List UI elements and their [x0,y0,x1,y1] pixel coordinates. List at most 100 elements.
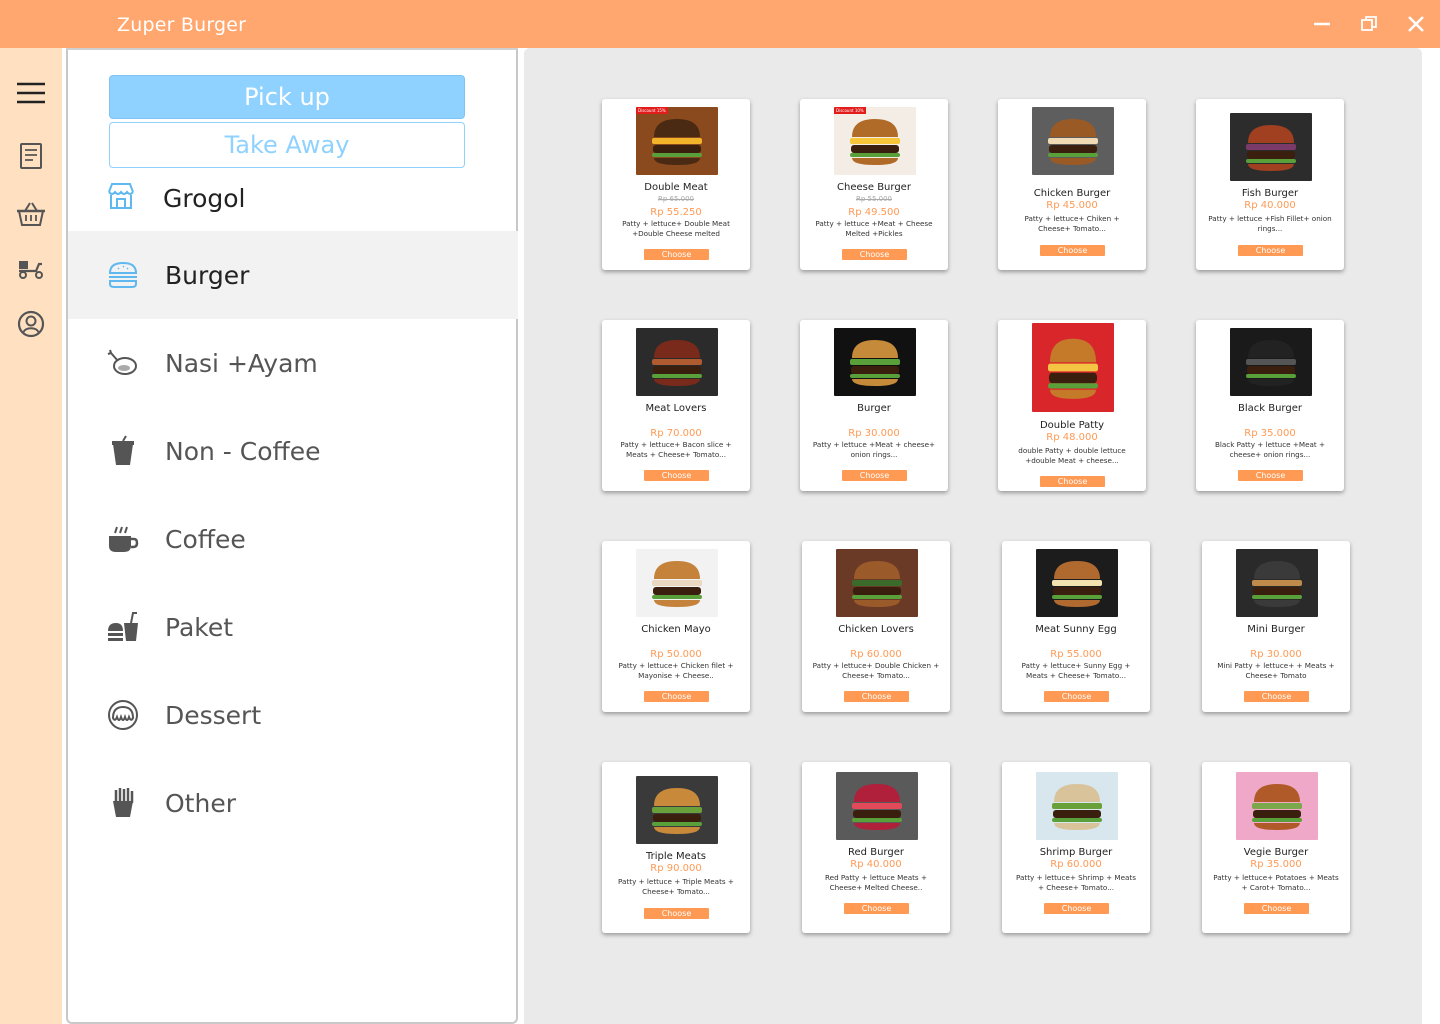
product-card[interactable]: Fish Burger Rp 40.000 Patty + lettuce +Fis… [1196,99,1344,270]
product-card[interactable]: Meat Lovers Rp 70.000 Patty + lettuce+ Bac… [602,320,750,491]
store-icon [106,181,136,215]
pickup-button[interactable]: Pick up [109,75,465,119]
choose-button[interactable]: Choose [644,691,709,702]
restore-window-icon[interactable] [1354,9,1384,39]
choose-button[interactable]: Choose [644,470,709,481]
product-image [636,549,718,617]
product-card[interactable]: Burger Rp 30.000 Patty + lettuce +Meat + c… [800,320,948,491]
product-name: Triple Meats [645,851,707,862]
product-price: Rp 48.000 [1046,432,1098,443]
product-card[interactable]: Triple Meats Rp 90.000 Patty + lettuce + T… [602,762,750,933]
choose-button[interactable]: Choose [1044,903,1109,914]
product-name: Mini Burger [1247,624,1305,635]
product-image [836,549,918,617]
user-icon[interactable] [14,307,48,341]
product-card[interactable]: Black Burger Rp 35.000 Black Patty + lettu… [1196,320,1344,491]
product-card[interactable]: Discount 10% Cheese Burger Rp 55.000 Rp 49.… [800,99,948,270]
choose-button[interactable]: Choose [844,691,909,702]
store-selector[interactable]: Grogol [106,180,246,216]
choose-button[interactable]: Choose [644,908,709,919]
choose-button[interactable]: Choose [1040,476,1105,487]
category-burger[interactable]: Burger [68,231,518,319]
product-name: Shrimp Burger [1039,847,1113,858]
product-image [1230,328,1312,396]
category-label: Dessert [165,700,262,730]
product-old-price: Rp 65.000 [657,195,695,203]
choose-button[interactable]: Choose [1244,903,1309,914]
close-icon[interactable] [1401,9,1431,39]
store-name: Grogol [163,183,246,213]
menu-icon[interactable] [14,76,48,110]
product-description: Patty + lettuce+ Double Meat +Double Che… [622,219,730,238]
product-name: Double Patty [1039,420,1105,431]
product-image [1230,113,1312,181]
product-description: Patty + lettuce +Fish Fillet+ onion ring… [1208,214,1332,233]
product-description: Patty + lettuce+ Double Chicken + Cheese… [812,661,940,680]
product-card[interactable]: Meat Sunny Egg Rp 55.000 Patty + lettuce+ … [1002,541,1150,712]
product-description: Patty + lettuce+ Sunny Egg + Meats + Che… [1021,661,1131,680]
product-description: Patty + lettuce+ Shrimp + Meats + Cheese… [1015,873,1136,892]
product-card[interactable]: Discount 15% Double Meat Rp 65.000 Rp 55.25… [602,99,750,270]
fries-icon [106,786,140,820]
product-name: Chicken Mayo [641,624,711,635]
product-description: Red Patty + lettuce Meats + Cheese+ Melt… [824,873,927,892]
choose-button[interactable]: Choose [842,249,907,260]
choose-button[interactable]: Choose [1238,470,1303,481]
product-price: Rp 30.000 [848,428,900,439]
category-label: Other [165,788,236,818]
product-name: Meat Sunny Egg [1035,624,1117,635]
choose-button[interactable]: Choose [842,470,907,481]
product-price: Rp 55.000 [1050,649,1102,660]
product-name: Chicken Lovers [838,624,914,635]
product-name: Burger [857,403,891,414]
product-card[interactable]: Double Patty Rp 48.000 double Patty + doub… [998,320,1146,491]
category-label: Coffee [165,524,246,554]
product-name: Vegie Burger [1243,847,1309,858]
category-panel: Pick up Take Away Grogol Burger Nasi +Ay… [66,48,518,1024]
product-card[interactable]: Chicken Mayo Rp 50.000 Patty + lettuce+ Ch… [602,541,750,712]
discount-badge: Discount 10% [834,107,866,114]
product-old-price: Rp 55.000 [855,195,893,203]
product-price: Rp 40.000 [1244,200,1296,211]
dessert-icon [106,698,140,732]
product-description: double Patty + double lettuce +double Me… [1018,446,1126,465]
product-name: Red Burger [848,847,904,858]
product-description: Patty + lettuce +Meat + Cheese Melted +P… [815,219,933,238]
product-card[interactable]: Shrimp Burger Rp 60.000 Patty + lettuce+ S… [1002,762,1150,933]
product-image [636,328,718,396]
product-name: Fish Burger [1241,188,1299,199]
choose-button[interactable]: Choose [844,903,909,914]
product-price: Rp 35.000 [1244,428,1296,439]
delivery-scooter-icon[interactable] [14,251,48,285]
category-paket[interactable]: Paket [68,583,518,671]
product-card[interactable]: Chicken Lovers Rp 60.000 Patty + lettuce+ … [802,541,950,712]
category-other[interactable]: Other [68,759,518,847]
product-image: Discount 10% [834,107,916,175]
product-price: Rp 45.000 [1046,200,1098,211]
choose-button[interactable]: Choose [644,249,709,260]
category-nasi-ayam[interactable]: Nasi +Ayam [68,319,518,407]
choose-button[interactable]: Choose [1238,245,1303,256]
product-card[interactable]: Vegie Burger Rp 35.000 Patty + lettuce+ Po… [1202,762,1350,933]
takeaway-button[interactable]: Take Away [109,122,465,168]
choose-button[interactable]: Choose [1040,245,1105,256]
product-card[interactable]: Mini Burger Rp 30.000 Mini Patty + lettuce… [1202,541,1350,712]
receipt-icon[interactable] [14,139,48,173]
product-name: Meat Lovers [645,403,707,414]
product-price: Rp 70.000 [650,428,702,439]
basket-icon[interactable] [14,197,48,231]
category-non-coffee[interactable]: Non - Coffee [68,407,518,495]
choose-button[interactable]: Choose [1044,691,1109,702]
product-description: Mini Patty + lettuce+ + Meats + Cheese+ … [1217,661,1335,680]
product-name: Cheese Burger [837,182,911,193]
category-label: Non - Coffee [165,436,321,466]
category-dessert[interactable]: Dessert [68,671,518,759]
burger-icon [106,258,140,292]
product-card[interactable]: Chicken Burger Rp 45.000 Patty + lettuce+ … [998,99,1146,270]
choose-button[interactable]: Choose [1244,691,1309,702]
product-image [836,772,918,840]
category-coffee[interactable]: Coffee [68,495,518,583]
minimize-icon[interactable] [1307,9,1337,39]
product-image [1032,107,1114,175]
product-card[interactable]: Red Burger Rp 40.000 Red Patty + lettuce M… [802,762,950,933]
